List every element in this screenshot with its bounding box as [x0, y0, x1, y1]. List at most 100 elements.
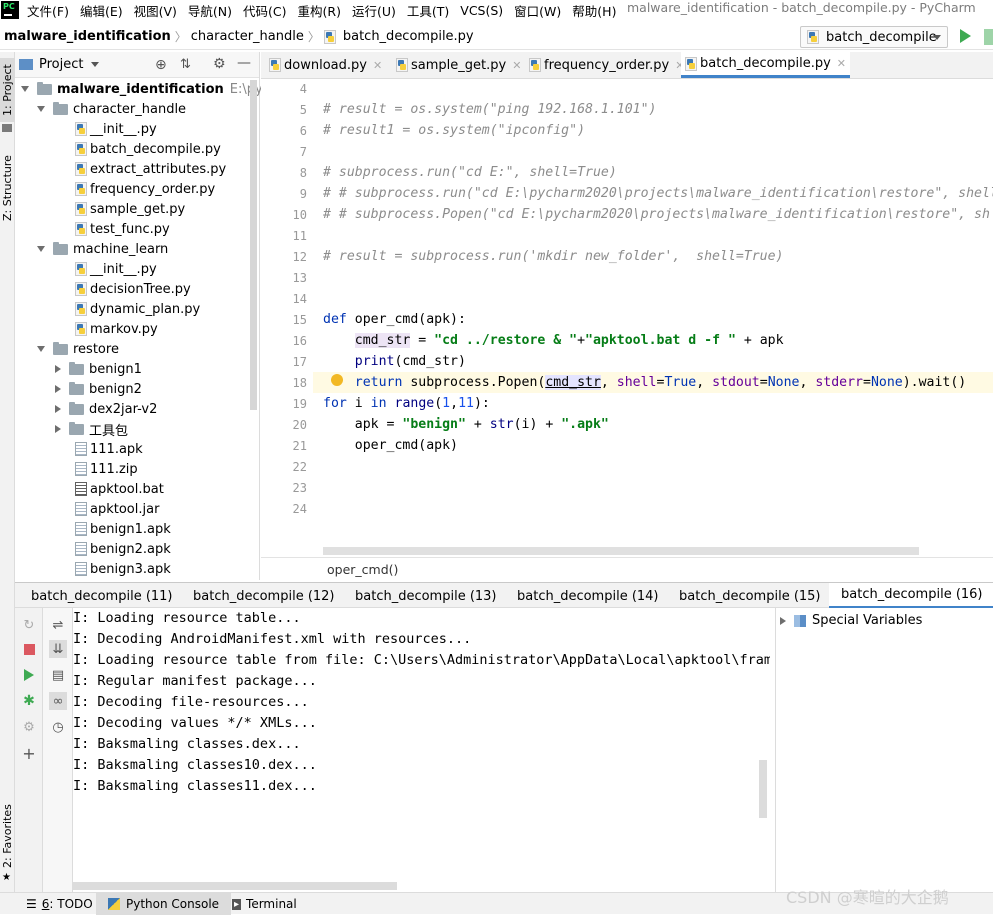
python-file-icon: [75, 182, 87, 196]
run-icon[interactable]: [24, 669, 34, 681]
console-line: I: Decoding AndroidManifest.xml with res…: [73, 631, 472, 647]
tree-folder[interactable]: benign1: [55, 359, 142, 379]
tree-file[interactable]: 111.apk: [75, 439, 143, 459]
collapsed-arrow-icon[interactable]: [55, 405, 61, 413]
expand-arrow-icon[interactable]: [37, 106, 45, 112]
tool-window-todo[interactable]: ☰ 6: TODO: [26, 893, 93, 915]
tree-file[interactable]: benign3.apk: [75, 559, 171, 579]
special-variables-row[interactable]: Special Variables: [780, 613, 922, 628]
tree-file[interactable]: test_func.py: [75, 219, 170, 239]
menu-run[interactable]: 运行(U): [352, 1, 396, 20]
settings-icon[interactable]: ⚙: [20, 718, 38, 736]
console-tab[interactable]: batch_decompile (15): [679, 583, 821, 609]
add-icon[interactable]: +: [20, 744, 38, 763]
breadcrumb-project[interactable]: malware_identification: [0, 29, 175, 44]
expand-arrow-icon[interactable]: [37, 346, 45, 352]
debug-icon[interactable]: [984, 29, 993, 45]
expand-arrow-icon[interactable]: [21, 86, 29, 92]
hide-panel-icon[interactable]: —: [237, 55, 251, 71]
dropdown-arrow-icon[interactable]: [91, 62, 100, 67]
menu-help[interactable]: 帮助(H): [572, 1, 616, 20]
console-tab[interactable]: batch_decompile (14): [517, 583, 659, 609]
scroll-to-end-icon[interactable]: ⇊: [49, 640, 67, 658]
collapsed-arrow-icon[interactable]: [55, 385, 61, 393]
collapsed-arrow-icon[interactable]: [780, 616, 786, 625]
tool-window-favorites[interactable]: 2: Favorites: [0, 800, 15, 872]
code-breadcrumb[interactable]: oper_cmd(): [261, 557, 993, 580]
history-clock-icon[interactable]: ◷: [49, 718, 67, 736]
tab-frequency-order[interactable]: frequency_order.py ✕: [529, 52, 684, 78]
tree-folder[interactable]: benign2: [55, 379, 142, 399]
rerun-icon[interactable]: ↻: [20, 616, 38, 634]
close-icon[interactable]: ✕: [512, 59, 521, 72]
console-output[interactable]: I: Loading resource table... I: Decoding…: [73, 608, 770, 892]
tab-download[interactable]: download.py ✕: [269, 52, 382, 78]
lightbulb-icon[interactable]: [331, 374, 343, 386]
tree-folder[interactable]: machine_learn: [37, 239, 168, 259]
console-scrollbar[interactable]: [759, 760, 767, 818]
close-icon[interactable]: ✕: [373, 59, 382, 72]
tree-file[interactable]: sample_get.py: [75, 199, 185, 219]
tool-window-terminal[interactable]: ▸ Terminal: [232, 893, 297, 915]
locate-target-icon[interactable]: ⊕: [155, 57, 167, 73]
breadcrumb-folder[interactable]: character_handle: [187, 29, 308, 44]
breadcrumb-file[interactable]: batch_decompile.py: [339, 29, 478, 44]
collapse-all-icon[interactable]: ⇅: [180, 57, 191, 72]
tree-folder[interactable]: dex2jar-v2: [55, 399, 157, 419]
menu-tools[interactable]: 工具(T): [407, 1, 449, 20]
project-view-select[interactable]: Project: [39, 57, 83, 72]
tree-file[interactable]: apktool.jar: [75, 499, 159, 519]
console-horizontal-scrollbar[interactable]: [73, 882, 397, 890]
tree-file[interactable]: decisionTree.py: [75, 279, 191, 299]
line-number: 20: [292, 418, 307, 432]
console-tab[interactable]: batch_decompile (11): [31, 583, 173, 609]
collapsed-arrow-icon[interactable]: [55, 425, 61, 433]
tree-file[interactable]: extract_attributes.py: [75, 159, 226, 179]
expand-arrow-icon[interactable]: [37, 246, 45, 252]
tree-file[interactable]: __init__.py: [75, 119, 157, 139]
tree-folder[interactable]: restore: [37, 339, 119, 359]
collapsed-arrow-icon[interactable]: [55, 365, 61, 373]
menu-edit[interactable]: 编辑(E): [80, 1, 123, 20]
horizontal-scrollbar[interactable]: [323, 547, 919, 555]
tab-sample-get[interactable]: sample_get.py ✕: [396, 52, 521, 78]
tree-file[interactable]: apktool.bat: [75, 479, 164, 499]
stop-icon[interactable]: [23, 643, 35, 655]
soft-wrap-icon[interactable]: ⇌: [49, 616, 67, 634]
tool-window-python-console[interactable]: Python Console: [96, 893, 232, 915]
menu-refactor[interactable]: 重构(R): [298, 1, 341, 20]
menu-code[interactable]: 代码(C): [243, 1, 286, 20]
tree-folder[interactable]: 工具包: [55, 419, 128, 439]
tree-file[interactable]: benign2.apk: [75, 539, 171, 559]
tree-file[interactable]: 111.zip: [75, 459, 138, 479]
tool-window-structure[interactable]: Z: Structure: [0, 148, 15, 228]
tree-file[interactable]: frequency_order.py: [75, 179, 215, 199]
menu-view[interactable]: 视图(V): [134, 1, 177, 20]
menu-vcs[interactable]: VCS(S): [460, 3, 503, 18]
menu-window[interactable]: 窗口(W): [514, 1, 561, 20]
tree-file[interactable]: benign1.apk: [75, 519, 171, 539]
debug-bug-icon[interactable]: ✱: [20, 692, 38, 710]
tree-folder[interactable]: character_handle: [37, 99, 186, 119]
close-icon[interactable]: ✕: [837, 57, 846, 70]
show-variables-icon[interactable]: ∞: [49, 692, 67, 710]
scrollbar[interactable]: [250, 80, 257, 410]
run-button[interactable]: [960, 29, 971, 43]
run-configuration-select[interactable]: batch_decompile: [800, 26, 948, 48]
code-line: def oper_cmd(apk):: [323, 312, 466, 327]
tree-file[interactable]: __init__.py: [75, 259, 157, 279]
gear-icon[interactable]: ⚙: [213, 56, 226, 72]
console-tab[interactable]: batch_decompile (13): [355, 583, 497, 609]
tab-batch-decompile[interactable]: batch_decompile.py ✕: [681, 52, 850, 78]
print-icon[interactable]: ▤: [49, 666, 67, 684]
code-editor[interactable]: # result = os.system("ping 192.168.1.101…: [313, 79, 993, 557]
tool-window-project[interactable]: 1: Project: [0, 58, 15, 122]
menu-navigate[interactable]: 导航(N): [188, 1, 232, 20]
console-line: I: Decoding values */* XMLs...: [73, 715, 317, 731]
tree-file[interactable]: batch_decompile.py: [75, 139, 221, 159]
menu-file[interactable]: 文件(F): [27, 1, 69, 20]
console-tab[interactable]: batch_decompile (12): [193, 583, 335, 609]
console-tab-active[interactable]: batch_decompile (16): [829, 583, 993, 609]
tree-file[interactable]: dynamic_plan.py: [75, 299, 200, 319]
tree-file[interactable]: markov.py: [75, 319, 158, 339]
